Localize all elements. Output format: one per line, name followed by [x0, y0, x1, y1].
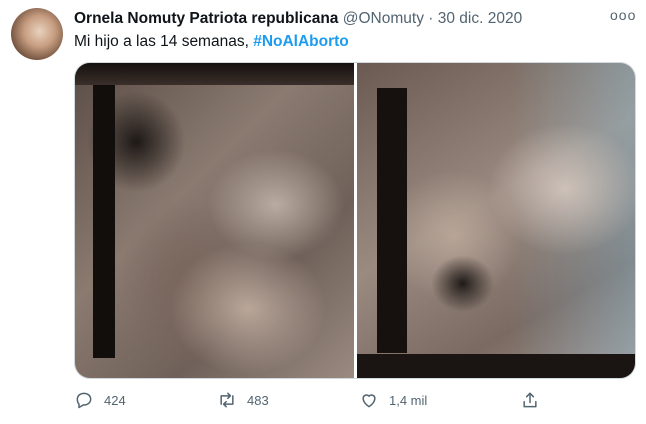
media-grid: [74, 62, 636, 379]
separator: ·: [428, 10, 434, 27]
retweet-count: 483: [247, 392, 269, 408]
ultrasound-photo-1[interactable]: [75, 63, 354, 378]
tweet-header: Ornela Nomuty Patriota republicana @ONom…: [74, 7, 636, 30]
tweet-date[interactable]: 30 dic. 2020: [438, 10, 522, 27]
like-icon: [362, 394, 376, 408]
retweet-icon: [220, 392, 234, 408]
tweet-body: Mi hijo a las 14 semanas,: [74, 33, 254, 50]
retweet-button[interactable]: 483: [217, 386, 269, 414]
ultrasound-photo-2[interactable]: [356, 63, 635, 378]
handle[interactable]: @ONomuty: [343, 10, 424, 27]
share-button[interactable]: [520, 386, 540, 414]
share-icon: [523, 392, 537, 408]
avatar[interactable]: [11, 8, 63, 60]
display-name[interactable]: Ornela Nomuty Patriota republicana: [74, 10, 338, 27]
reply-count: 424: [104, 392, 126, 408]
action-bar: 424 483 1,4 mil: [74, 386, 548, 414]
tweet-text: Mi hijo a las 14 semanas, #NoAlAborto: [74, 33, 349, 51]
reply-button[interactable]: 424: [74, 386, 126, 414]
like-button[interactable]: 1,4 mil: [359, 386, 427, 414]
like-count: 1,4 mil: [389, 392, 428, 408]
hashtag-link[interactable]: #NoAlAborto: [253, 33, 349, 50]
more-icon[interactable]: ooo: [610, 7, 636, 27]
reply-icon: [76, 392, 92, 409]
